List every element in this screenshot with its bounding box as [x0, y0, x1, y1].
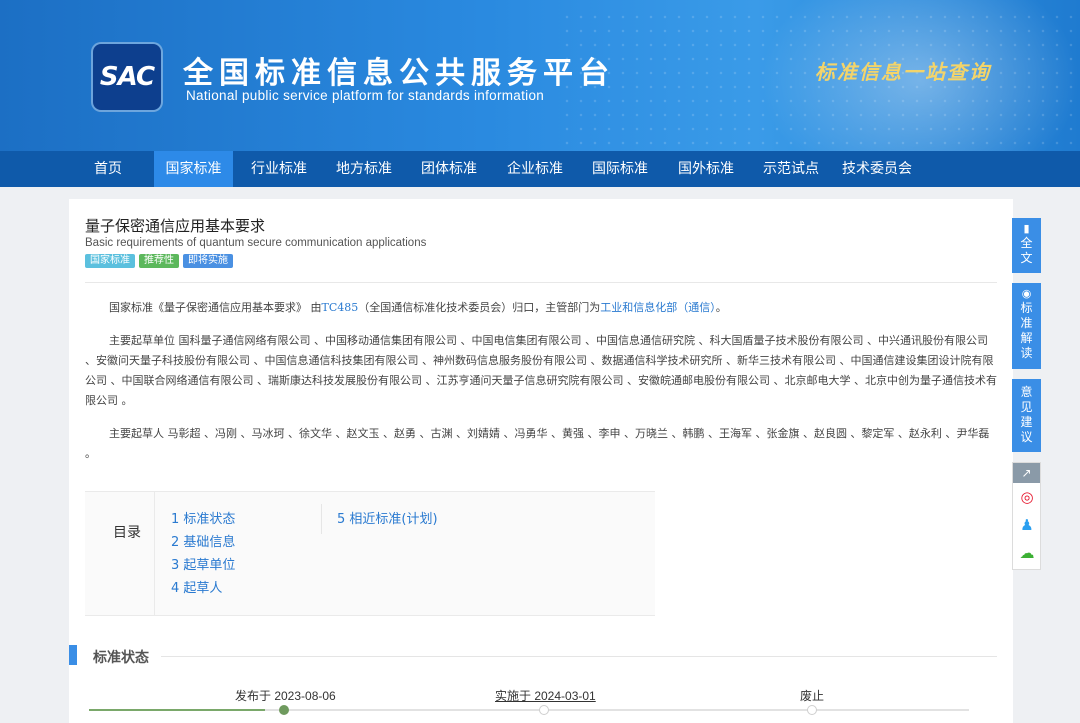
- timeline-dot-published: [279, 705, 289, 715]
- interpretation-label: 标准解读: [1020, 301, 1033, 360]
- nav-item-foreign[interactable]: 国外标准: [667, 151, 745, 187]
- main-nav: 首页 国家标准 行业标准 地方标准 团体标准 企业标准 国际标准 国外标准 示范…: [0, 151, 1080, 187]
- tc485-link[interactable]: TC485: [322, 301, 359, 314]
- nav-item-pilot[interactable]: 示范试点: [752, 151, 830, 187]
- timeline-abolished: 废止: [800, 689, 825, 703]
- standard-subtitle: Basic requirements of quantum secure com…: [85, 237, 427, 249]
- intro-suffix: 。: [715, 301, 727, 314]
- standard-title: 量子保密通信应用基本要求: [85, 217, 266, 235]
- toc-heading-cell: 目录: [85, 492, 155, 615]
- nav-item-industry[interactable]: 行业标准: [240, 151, 318, 187]
- standard-detail-card: 量子保密通信应用基本要求 Basic requirements of quant…: [69, 199, 1013, 723]
- intro-paragraph: 国家标准《量子保密通信应用基本要求》 由TC485（全国通信标准化技术委员会）归…: [85, 298, 997, 318]
- interpretation-button[interactable]: ◉ 标准解读: [1012, 283, 1041, 369]
- status-section-title: 标准状态: [93, 650, 149, 666]
- feedback-label: 意见建议: [1020, 385, 1033, 444]
- slogan: 标准信息一站查询: [815, 60, 991, 84]
- tag-national: 国家标准: [85, 254, 135, 268]
- department-link[interactable]: 工业和信息化部（通信）: [600, 301, 716, 314]
- nav-item-home[interactable]: 首页: [82, 151, 134, 187]
- header-banner: SAC 全国标准信息公共服务平台 National public service…: [0, 0, 1080, 151]
- fulltext-button[interactable]: ▮ 全文: [1012, 218, 1041, 273]
- toc-column-divider: [321, 504, 322, 534]
- section-divider: [161, 656, 997, 657]
- weibo-icon[interactable]: ◎: [1017, 487, 1037, 507]
- timeline-progress: [89, 709, 265, 711]
- share-icon[interactable]: ↗: [1013, 463, 1040, 483]
- nav-item-enterprise[interactable]: 企业标准: [496, 151, 574, 187]
- nav-item-international[interactable]: 国际标准: [581, 151, 659, 187]
- timeline-published: 发布于 2023-08-06: [235, 689, 336, 703]
- wechat-icon[interactable]: ☁: [1017, 543, 1037, 563]
- nav-item-local[interactable]: 地方标准: [325, 151, 403, 187]
- toc-item-similar[interactable]: 5 相近标准(计划): [337, 508, 438, 527]
- share-panel: ↗ ◎ ♟ ☁: [1012, 462, 1041, 570]
- toc-item-basic-info[interactable]: 2 基础信息: [171, 531, 235, 550]
- tag-recommended: 推荐性: [139, 254, 179, 268]
- intro-middle: （全国通信标准化技术委员会）归口，主管部门为: [358, 301, 601, 314]
- timeline-dot-implemented: [539, 705, 549, 715]
- sac-logo[interactable]: SAC: [93, 44, 161, 110]
- drafters-paragraph: 主要起草人 马彰超 、冯刚 、马冰珂 、徐文华 、赵文玉 、赵勇 、古渊 、刘婧…: [85, 427, 990, 460]
- site-title-en: National public service platform for sta…: [186, 88, 545, 103]
- logo-text: SAC: [99, 62, 155, 92]
- feedback-button[interactable]: 意见建议: [1012, 379, 1041, 452]
- play-circle-icon: ◉: [1021, 287, 1032, 300]
- qq-icon[interactable]: ♟: [1017, 515, 1037, 535]
- document-icon: ▮: [1023, 222, 1030, 235]
- site-title: 全国标准信息公共服务平台: [183, 56, 615, 91]
- nav-item-national[interactable]: 国家标准: [154, 151, 233, 187]
- drafting-units-paragraph: 主要起草单位 国科量子通信网络有限公司 、中国移动通信集团有限公司 、中国电信集…: [85, 334, 997, 407]
- timeline-dot-abolished: [807, 705, 817, 715]
- fulltext-label: 全文: [1020, 236, 1033, 265]
- section-marker: [69, 645, 77, 665]
- tag-upcoming: 即将实施: [183, 254, 233, 268]
- toc-item-drafters[interactable]: 4 起草人: [171, 577, 222, 596]
- timeline-implemented: 实施于 2024-03-01: [495, 689, 596, 703]
- toc-item-status[interactable]: 1 标准状态: [171, 508, 235, 527]
- table-of-contents: 目录 1 标准状态 2 基础信息 3 起草单位 4 起草人 5 相近标准(计划): [85, 491, 655, 616]
- standard-tags: 国家标准 推荐性 即将实施: [85, 254, 233, 268]
- toc-heading: 目录: [113, 525, 141, 541]
- intro-prefix: 国家标准《量子保密通信应用基本要求》 由: [109, 301, 322, 314]
- nav-item-committee[interactable]: 技术委员会: [836, 151, 918, 187]
- divider: [85, 282, 997, 283]
- nav-item-group[interactable]: 团体标准: [410, 151, 488, 187]
- toc-item-drafting-units[interactable]: 3 起草单位: [171, 554, 235, 573]
